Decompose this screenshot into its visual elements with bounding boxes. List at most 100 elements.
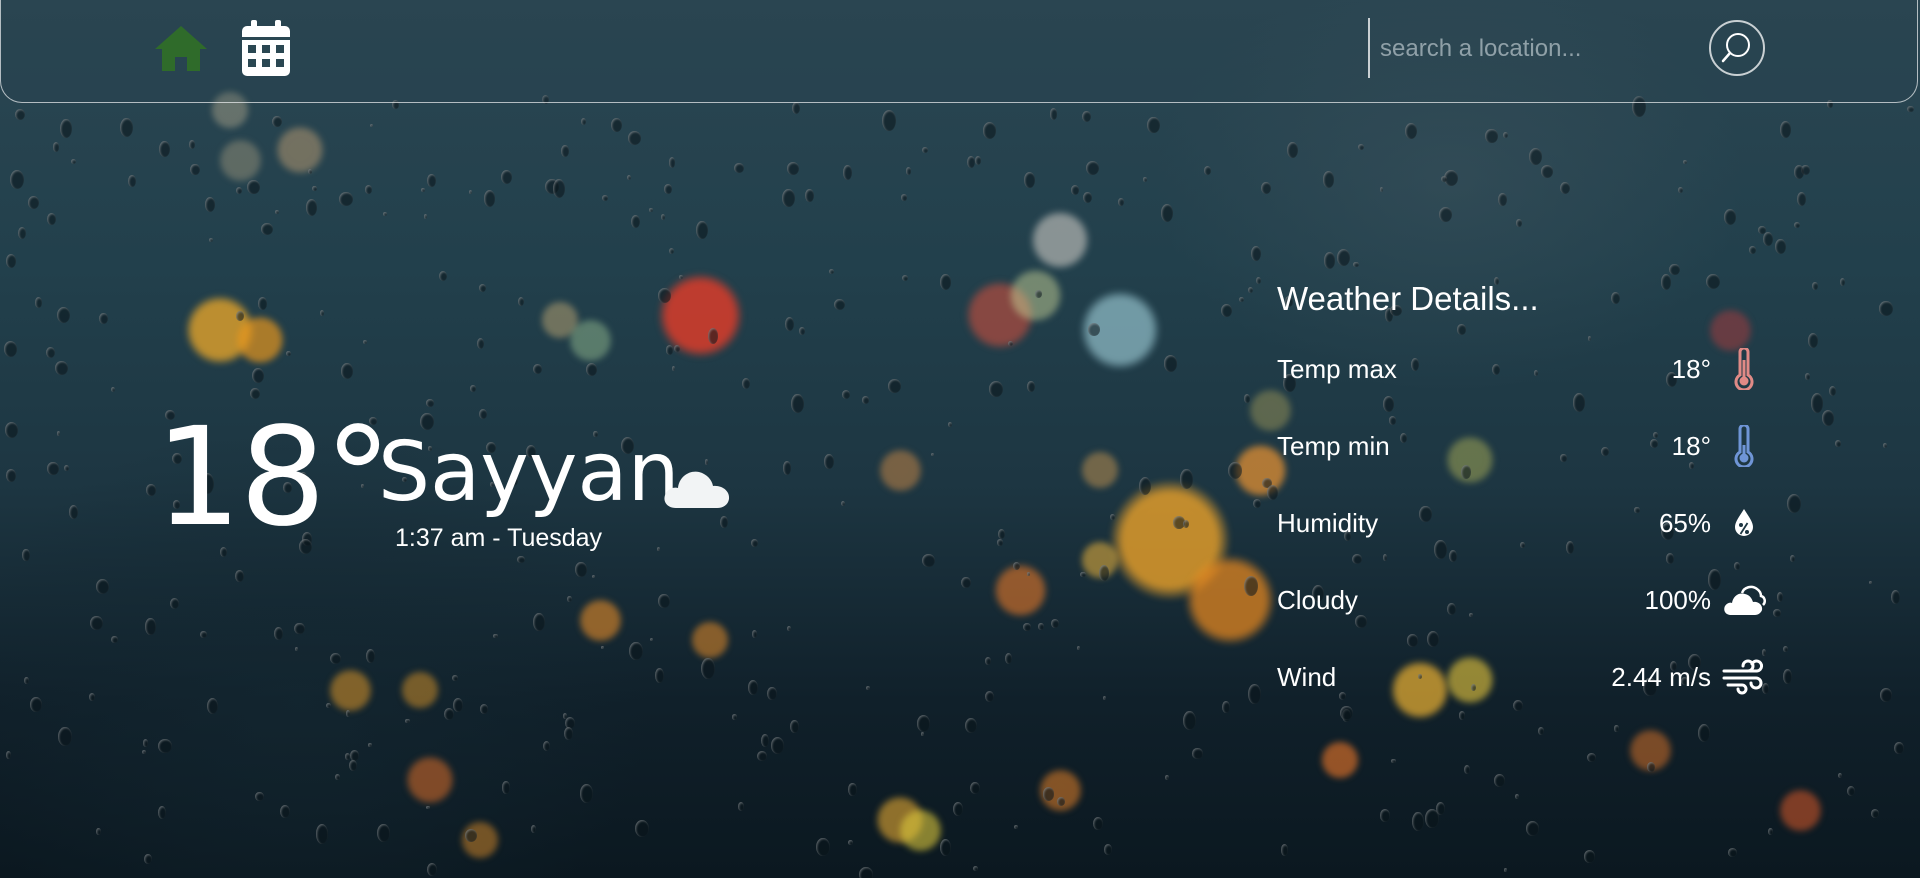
raindrop xyxy=(668,157,676,168)
raindrop xyxy=(733,162,744,174)
raindrop xyxy=(905,167,912,175)
raindrop xyxy=(46,212,56,226)
raindrop xyxy=(365,648,375,664)
raindrop xyxy=(169,597,179,609)
detail-value: 100% xyxy=(1644,585,1712,615)
raindrop xyxy=(1538,726,1545,735)
raindrop xyxy=(789,720,799,733)
raindrop xyxy=(260,223,273,236)
raindrop xyxy=(478,408,488,420)
raindrop xyxy=(920,731,924,736)
raindrop xyxy=(1083,191,1093,203)
raindrop xyxy=(1503,868,1508,872)
raindrop xyxy=(1425,808,1440,829)
raindrop xyxy=(478,284,486,292)
raindrop xyxy=(500,169,513,184)
raindrop xyxy=(470,385,477,392)
raindrop xyxy=(1749,246,1756,254)
raindrop xyxy=(1027,380,1035,392)
raindrop xyxy=(325,703,331,709)
raindrop xyxy=(1804,373,1811,380)
raindrop xyxy=(207,698,219,715)
raindrop xyxy=(930,452,934,456)
raindrop xyxy=(767,686,777,701)
search-box xyxy=(1368,18,1620,78)
raindrop xyxy=(368,742,372,747)
raindrop xyxy=(751,629,758,638)
detail-value: 2.44 m/s xyxy=(1611,662,1711,692)
raindrop xyxy=(426,863,437,877)
raindrop xyxy=(189,140,196,149)
raindrop xyxy=(1280,844,1289,857)
raindrop xyxy=(305,199,317,216)
raindrop xyxy=(294,622,305,635)
raindrop xyxy=(426,173,436,188)
raindrop xyxy=(250,388,260,400)
raindrop xyxy=(1147,116,1160,134)
raindrop xyxy=(1794,221,1801,229)
raindrop xyxy=(120,117,134,137)
raindrop xyxy=(452,698,463,712)
raindrop xyxy=(1812,282,1818,291)
calendar-button[interactable] xyxy=(238,18,294,78)
raindrop xyxy=(900,194,908,201)
search-button[interactable] xyxy=(1709,20,1765,76)
raindrop xyxy=(1793,164,1804,179)
raindrop xyxy=(236,186,243,194)
raindrop xyxy=(1204,166,1211,175)
raindrop xyxy=(665,345,674,355)
raindrop xyxy=(1646,761,1656,773)
home-button[interactable] xyxy=(153,18,209,78)
raindrop xyxy=(747,680,758,696)
raindrop xyxy=(532,364,542,375)
raindrop xyxy=(1012,562,1020,571)
raindrop xyxy=(552,178,566,198)
raindrop xyxy=(997,529,1005,540)
raindrop xyxy=(1583,850,1595,863)
raindrop xyxy=(90,615,103,631)
raindrop xyxy=(480,704,489,714)
raindrop xyxy=(532,612,545,631)
raindrop xyxy=(345,709,350,717)
raindrop xyxy=(1110,514,1115,521)
raindrop xyxy=(9,169,24,189)
raindrop xyxy=(1379,187,1384,193)
raindrop xyxy=(737,801,745,811)
raindrop xyxy=(464,829,477,843)
detail-row-wind: Wind 2.44 m/s xyxy=(1277,648,1767,725)
raindrop xyxy=(842,164,852,180)
raindrop xyxy=(46,461,59,476)
raindrop xyxy=(1093,816,1104,831)
raindrop xyxy=(1870,809,1879,819)
raindrop xyxy=(1336,248,1351,266)
cloud-icon xyxy=(1721,577,1767,623)
raindrop xyxy=(517,555,525,564)
raindrop xyxy=(1525,820,1540,837)
raindrop xyxy=(46,347,56,359)
detail-row-cloudy: Cloudy 100% xyxy=(1277,571,1767,648)
raindrop xyxy=(1838,772,1843,779)
raindrop xyxy=(567,595,572,603)
raindrop xyxy=(1697,724,1711,743)
raindrop xyxy=(1024,172,1035,189)
raindrop xyxy=(1080,571,1086,578)
raindrop xyxy=(209,237,214,242)
raindrop xyxy=(426,806,430,810)
raindrop xyxy=(370,124,374,128)
raindrop xyxy=(1776,592,1783,602)
raindrop xyxy=(365,184,372,194)
city-name: Sayyan xyxy=(378,425,680,520)
raindrop xyxy=(1160,203,1174,223)
raindrop xyxy=(1103,843,1113,855)
raindrop xyxy=(476,338,485,350)
raindrop xyxy=(1682,159,1687,164)
raindrop xyxy=(1027,572,1031,576)
search-input[interactable] xyxy=(1378,32,1617,66)
raindrop xyxy=(815,837,830,857)
raindrop xyxy=(95,578,109,595)
raindrop xyxy=(1357,144,1364,151)
raindrop xyxy=(1322,171,1335,189)
raindrop xyxy=(1502,131,1508,139)
raindrop xyxy=(56,306,70,324)
raindrop xyxy=(611,117,623,132)
